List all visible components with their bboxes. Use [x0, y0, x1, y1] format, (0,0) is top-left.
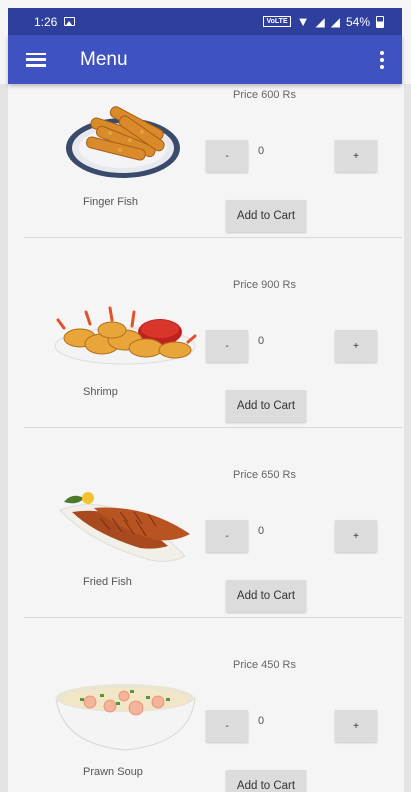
item-quantity: 0 [258, 145, 265, 157]
increase-quantity-button[interactable]: + [335, 330, 377, 362]
add-to-cart-button[interactable]: Add to Cart [226, 770, 306, 792]
volte-icon: VoLTE [263, 16, 291, 27]
decrease-quantity-button[interactable]: - [206, 140, 248, 172]
item-price: Price 450 Rs [233, 659, 296, 671]
menu-item-finger-fish: Finger Fish Price 600 Rs - 0 + Add to Ca… [8, 84, 402, 238]
add-to-cart-button[interactable]: Add to Cart [226, 580, 306, 612]
app-bar: Menu [8, 35, 402, 84]
finger-fish-image [66, 106, 180, 178]
shrimp-image [54, 306, 197, 365]
right-edge [404, 84, 411, 792]
battery-percent: 54% [345, 14, 370, 29]
increase-quantity-button[interactable]: + [335, 520, 377, 552]
prawn-soup-image [55, 684, 196, 751]
menu-list[interactable]: Finger Fish Price 600 Rs - 0 + Add to Ca… [8, 84, 402, 792]
add-to-cart-button[interactable]: Add to Cart [226, 390, 306, 422]
fried-fish-image [59, 492, 190, 562]
decrease-quantity-button[interactable]: - [206, 710, 248, 742]
signal-icon: ◢ [315, 14, 325, 29]
item-price: Price 600 Rs [233, 89, 296, 101]
item-name: Prawn Soup [83, 766, 143, 778]
battery-icon [376, 15, 384, 28]
item-quantity: 0 [258, 335, 265, 347]
menu-item-fried-fish: Fried Fish Price 650 Rs - 0 + Add to Car… [8, 428, 402, 618]
signal-icon-2: ◢ [330, 14, 340, 29]
menu-item-shrimp: Shrimp Price 900 Rs - 0 + Add to Cart [8, 238, 402, 428]
increase-quantity-button[interactable]: + [335, 140, 377, 172]
left-edge [0, 84, 8, 792]
wifi-icon: ▼ [296, 14, 310, 29]
menu-item-prawn-soup: Prawn Soup Price 450 Rs - 0 + Add to Car… [8, 618, 402, 792]
item-price: Price 650 Rs [233, 469, 296, 481]
item-quantity: 0 [258, 715, 265, 727]
item-name: Fried Fish [83, 576, 132, 588]
status-bar: 1:26 VoLTE ▼ ◢ ◢ 54% [8, 8, 402, 35]
item-price: Price 900 Rs [233, 279, 296, 291]
gallery-notification-icon [64, 17, 76, 26]
add-to-cart-button[interactable]: Add to Cart [226, 200, 306, 232]
decrease-quantity-button[interactable]: - [206, 330, 248, 362]
item-name: Finger Fish [83, 196, 139, 208]
page-title: Menu [80, 48, 128, 70]
status-time: 1:26 [34, 14, 58, 29]
status-indicators: VoLTE ▼ ◢ ◢ 54% [263, 15, 384, 29]
screen: 1:26 VoLTE ▼ ◢ ◢ 54% Menu Finger Fish Pr… [0, 0, 411, 792]
overflow-menu-icon[interactable] [380, 50, 384, 69]
decrease-quantity-button[interactable]: - [206, 520, 248, 552]
item-name: Shrimp [83, 386, 118, 398]
increase-quantity-button[interactable]: + [335, 710, 377, 742]
item-quantity: 0 [258, 525, 265, 537]
hamburger-menu-icon[interactable] [26, 52, 46, 67]
